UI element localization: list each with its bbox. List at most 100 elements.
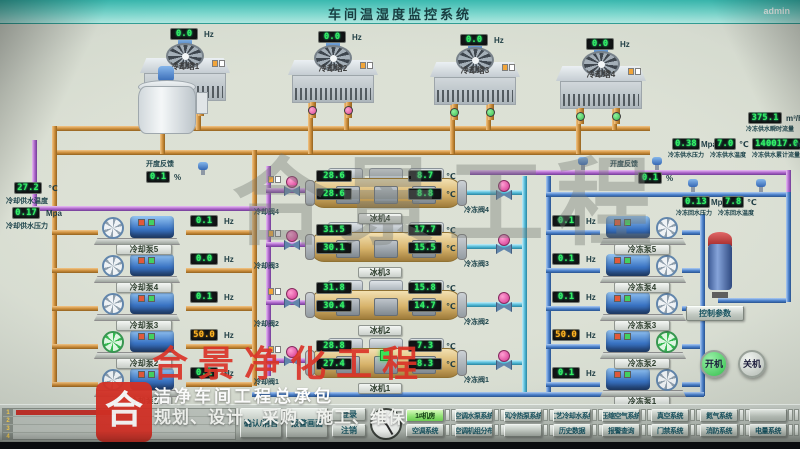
cooling-valve-icon[interactable] [284, 230, 298, 248]
alarm-row-number: 1 [3, 409, 13, 416]
tower-valve-icon[interactable] [344, 106, 353, 115]
menu-air-cooled-heat-pump[interactable]: 风冷热泵系统 [504, 409, 542, 422]
menu-ahu-distribution[interactable]: 空调机组分布 [455, 424, 493, 437]
menu-machine-room-1[interactable]: 1#机房 [406, 409, 444, 422]
chiller-cooling-in-display: 31.5 [316, 224, 352, 236]
celsius-unit: ℃ [446, 190, 456, 200]
menu-history-data[interactable]: 历史数据 [553, 424, 591, 437]
chiller-cooling-out-display: 30.1 [316, 242, 352, 254]
menu-access-control[interactable]: 门禁系统 [651, 424, 689, 437]
celsius-unit: ℃ [446, 302, 456, 312]
tower-valve-icon[interactable] [450, 108, 459, 117]
hz-unit: Hz [586, 217, 596, 227]
cooling-tower-4[interactable]: 冷却塔4 [556, 46, 646, 124]
opening-feedback-right-label: 开度反馈 [610, 160, 638, 169]
chiller-chilled-in-display: 15.5 [408, 242, 442, 254]
pipe-chilled-return-main [546, 176, 551, 396]
pump-hz-display: 0.1 [552, 291, 580, 303]
celsius-unit: ℃ [446, 226, 456, 236]
start-button[interactable]: 开机 [700, 350, 728, 378]
chilled-valve-icon[interactable] [496, 350, 510, 368]
chiller-cooling-in-display: 28.6 [316, 170, 352, 182]
hz-unit: Hz [224, 217, 234, 227]
opening-feedback-left-label: 开度反馈 [146, 160, 174, 169]
celsius-unit: ℃ [48, 184, 58, 194]
cooling-valve-icon[interactable] [284, 288, 298, 306]
cooling-valve-label: 冷却阀2 [254, 320, 279, 329]
cooling-tower-2[interactable]: 冷却塔2 [288, 40, 378, 118]
hz-unit: Hz [586, 293, 596, 303]
menu-nitrogen-system[interactable]: 氮气系统 [700, 409, 738, 422]
chilled-supply-pressure-label: 冷冻供水压力 [668, 152, 704, 161]
menu-hvac-system[interactable]: 空调系统 [406, 424, 444, 437]
pump-status-indicator [624, 295, 631, 302]
pump-label: 冷却泵4 [116, 282, 172, 293]
chilled-return-temp-label: 冷冻回水温度 [718, 210, 754, 219]
pump-impeller-icon [656, 255, 678, 277]
flow-unit: m³/h [786, 114, 800, 124]
menu-vacuum-system[interactable]: 真空系统 [651, 409, 689, 422]
pipe-pump-stub [186, 306, 252, 311]
cooling-supply-temp-label: 冷却供水温度 [6, 197, 48, 206]
pump-status-indicator [138, 257, 145, 264]
chilled-total-flow-label: 冷冻供水累计流量 [752, 152, 800, 161]
chilled-valve-label: 冷冻阀1 [464, 376, 489, 385]
chiller-cap [305, 234, 315, 260]
tower-valve-icon[interactable] [486, 108, 495, 117]
chilled-valve-icon[interactable] [496, 234, 510, 252]
menu-blank-button[interactable] [749, 409, 787, 422]
menu-compressed-air[interactable]: 压缩空气系统 [602, 409, 640, 422]
tower-valve-icon[interactable] [612, 112, 621, 121]
chilled-supply-pressure-display: 0.38 [672, 138, 700, 150]
tower-valve-icon[interactable] [576, 112, 585, 121]
menu-blank-button[interactable] [504, 424, 542, 437]
valve-mode-indicator [268, 288, 281, 295]
valve-mode-indicator [268, 230, 281, 237]
chiller-label: 冰机1 [358, 383, 402, 394]
celsius-unit: ℃ [446, 172, 456, 182]
pump-label: 冷却泵3 [116, 320, 172, 331]
menu-fire-system[interactable]: 消防系统 [700, 424, 738, 437]
chiller-cooling-out-display: 30.4 [316, 300, 352, 312]
pump-status-indicator [614, 333, 621, 340]
cooling-valve-label: 冷却阀3 [254, 262, 279, 271]
menu-alarm-query[interactable]: 报警查询 [602, 424, 640, 437]
celsius-unit: ℃ [446, 360, 456, 370]
alarm-row-number: 3 [3, 425, 13, 432]
menu-indicator [788, 424, 799, 436]
chilled-valve-icon[interactable] [496, 180, 510, 198]
volume-unit: m³ [796, 140, 800, 150]
pump-label: 冷冻泵3 [614, 320, 670, 331]
chilled-valve-icon[interactable] [496, 292, 510, 310]
pipe-pump-stub [546, 382, 600, 387]
pump-hz-display: 0.1 [190, 291, 218, 303]
pump-status-indicator [614, 295, 621, 302]
pump-status-indicator [614, 219, 621, 226]
control-params-button[interactable]: 控制参数 [686, 306, 744, 321]
chiller-panel [374, 240, 398, 258]
pump-status-indicator [138, 219, 145, 226]
cooling-water-tank[interactable] [136, 66, 208, 146]
chiller-cooling-in-display: 31.8 [316, 282, 352, 294]
mpa-unit: Mpa [46, 209, 62, 219]
chiller-panel [374, 186, 398, 204]
pump-status-indicator [138, 295, 145, 302]
pump-status-indicator [138, 333, 145, 340]
pipe-etank-stub [718, 298, 786, 303]
watermark-company-logo: 合 [96, 382, 152, 442]
cooling-tower-3[interactable]: 冷却塔3 [430, 42, 520, 120]
tower2-hz-display: 0.0 [318, 31, 346, 43]
pump-status-indicator [138, 371, 145, 378]
stop-button[interactable]: 关机 [738, 350, 766, 378]
menu-process-cooling-water[interactable]: 工艺冷却水系统 [553, 409, 591, 422]
celsius-unit: ℃ [446, 284, 456, 294]
cooling-valve-icon[interactable] [284, 176, 298, 194]
cooling-supply-temp-display: 27.2 [14, 182, 42, 194]
celsius-unit: ℃ [446, 342, 456, 352]
menu-hvac-pump-system[interactable]: 空调水泵系统 [455, 409, 493, 422]
pipe-chilled-stub [460, 360, 522, 365]
menu-power-system[interactable]: 电量系统 [749, 424, 787, 437]
tower-valve-icon[interactable] [308, 106, 317, 115]
expansion-tank [706, 232, 734, 298]
pump-status-indicator [624, 257, 631, 264]
